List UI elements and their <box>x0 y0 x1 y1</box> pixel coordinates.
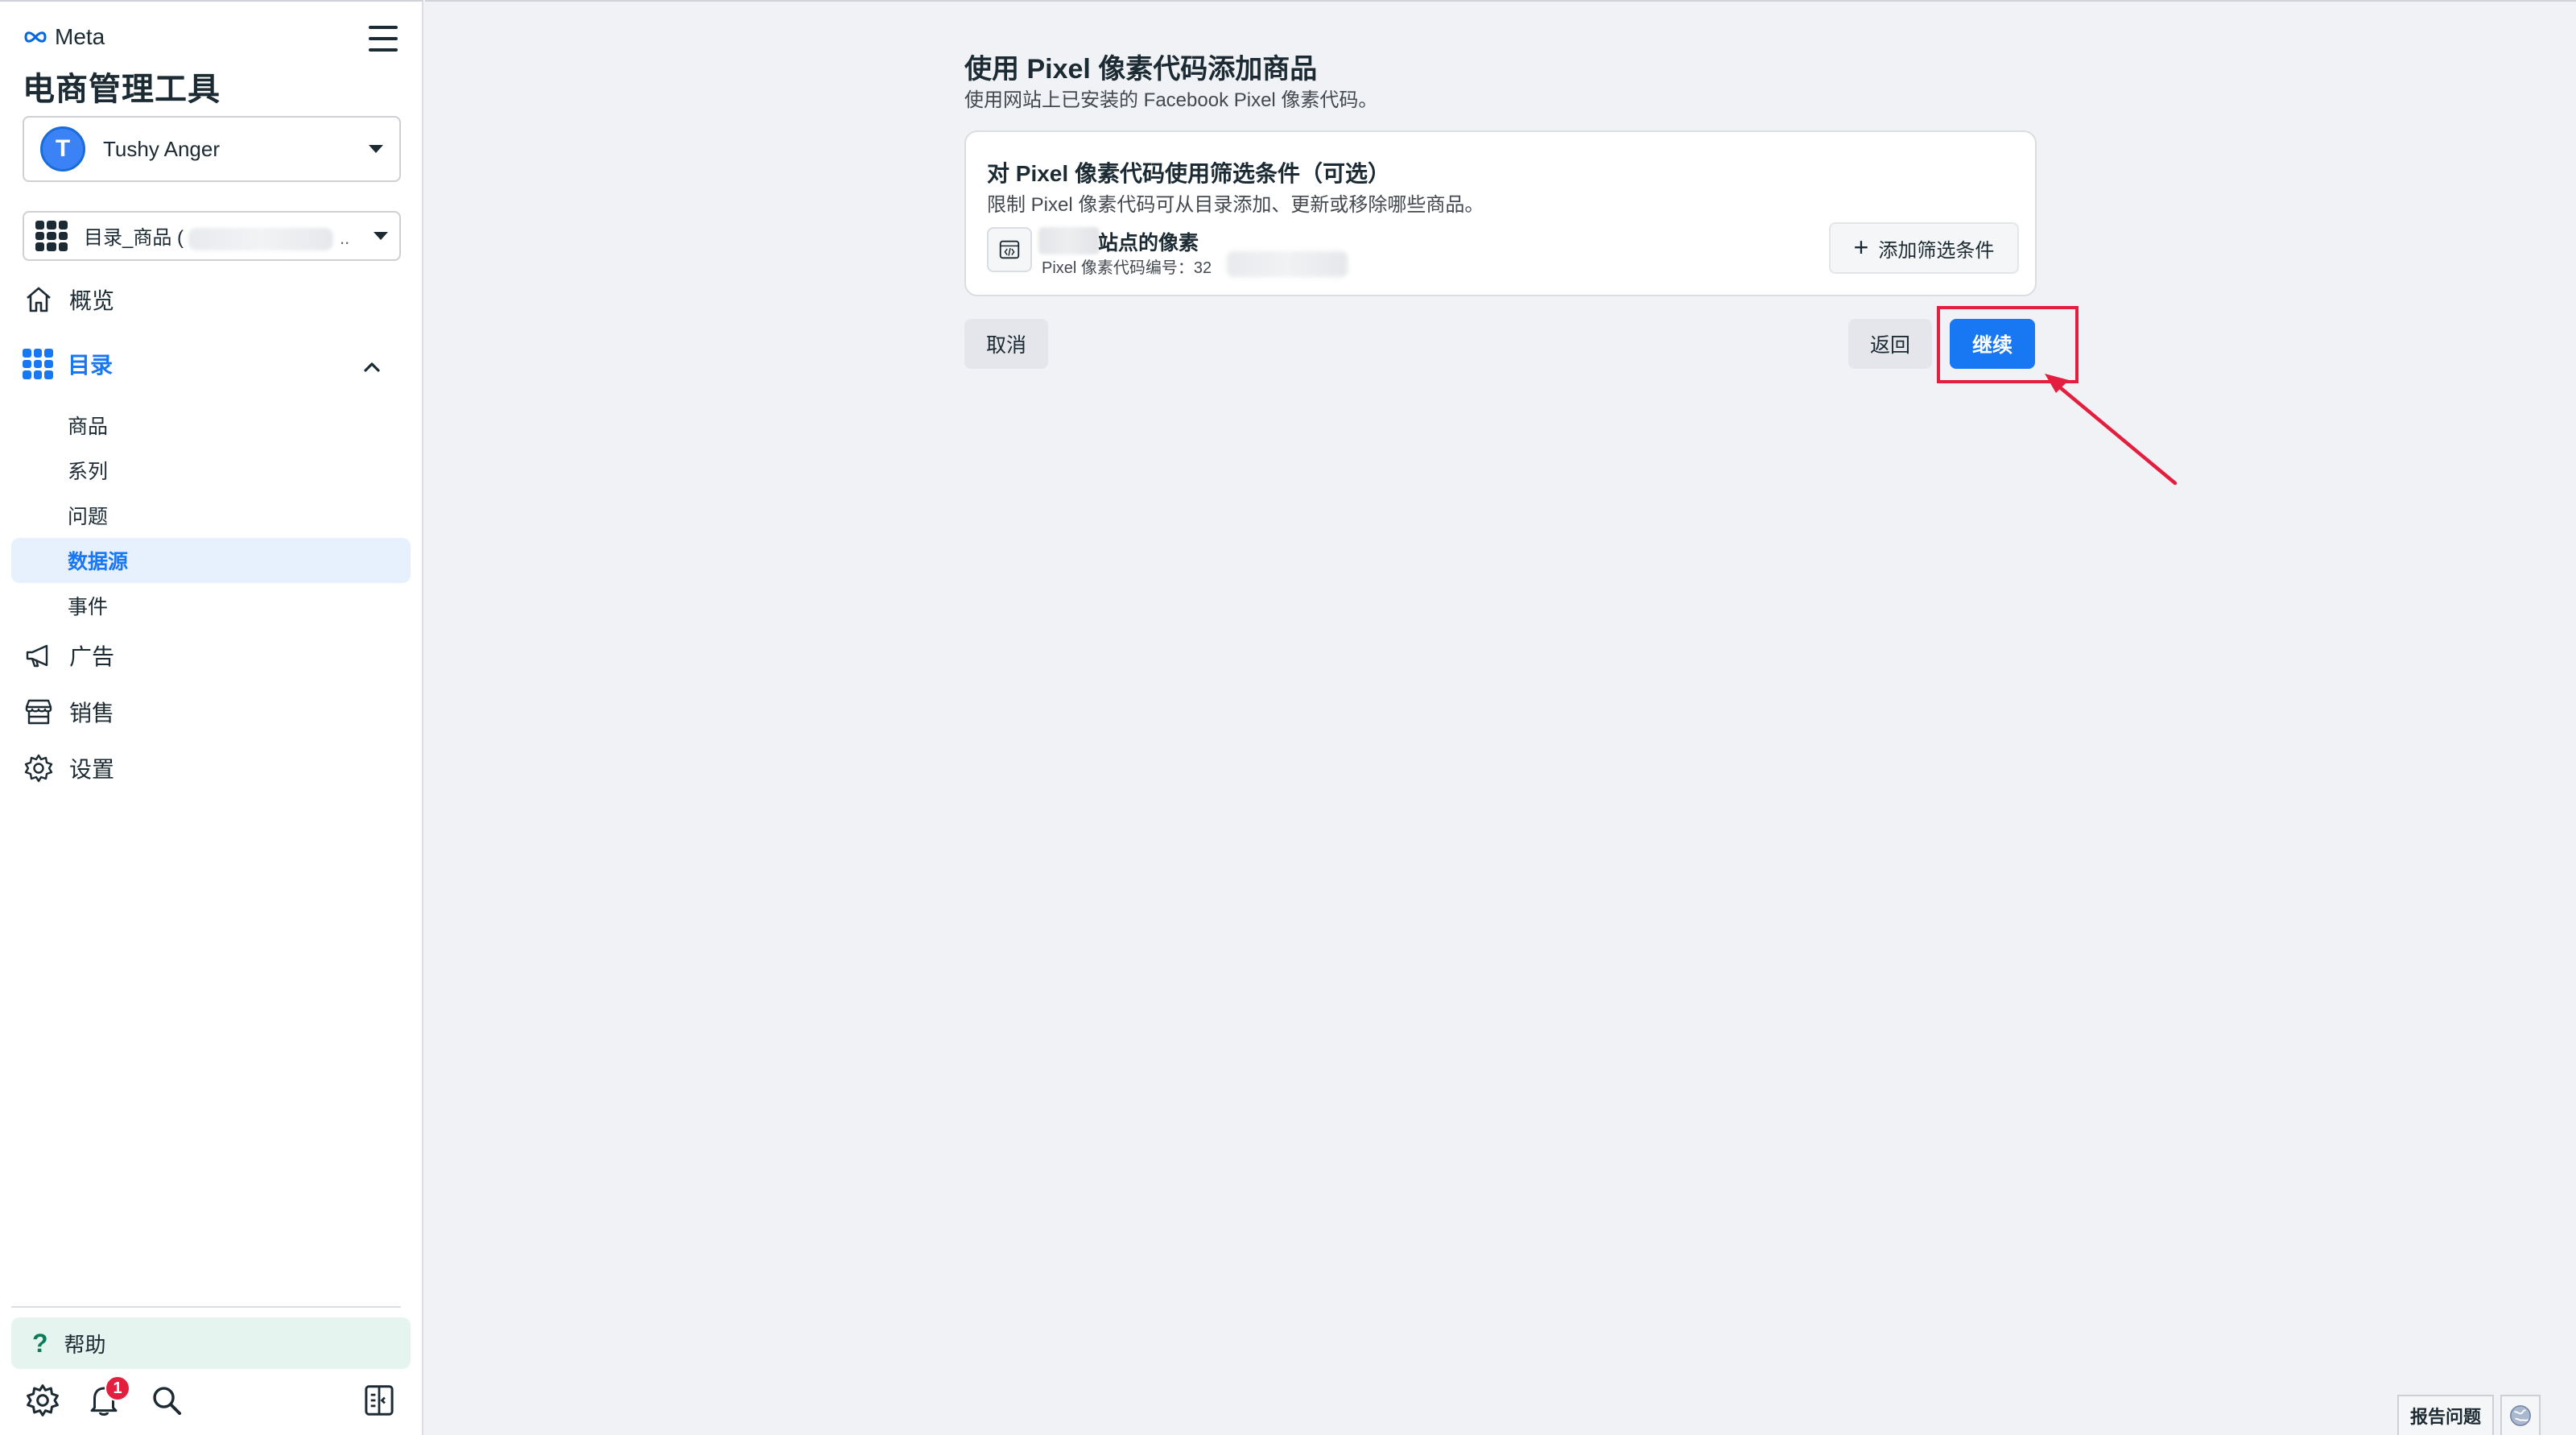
catalog-selector[interactable]: 目录_商品 (.. <box>23 211 401 261</box>
nav-sales-label: 销售 <box>69 701 115 726</box>
nav-sales[interactable]: 销售 <box>23 696 114 728</box>
megaphone-icon <box>26 644 48 668</box>
help-icon: ? <box>32 1328 48 1358</box>
catalog-grid-icon <box>23 349 53 379</box>
main-content: 使用 Pixel 像素代码添加商品 使用网站上已安装的 Facebook Pix… <box>425 0 2576 1435</box>
chevron-up-icon[interactable] <box>361 356 383 378</box>
gear-icon <box>24 754 53 783</box>
pixel-id: Pixel 像素代码编号：32 <box>1042 259 1212 277</box>
catalog-name: 目录_商品 (.. <box>84 227 350 250</box>
avatar: T <box>40 126 85 172</box>
redacted-site-name <box>1038 227 1100 254</box>
nav-ads[interactable]: 广告 <box>23 639 114 672</box>
subnav-events[interactable]: 事件 <box>68 591 108 620</box>
add-filter-button[interactable]: + 添加筛选条件 <box>1829 222 2019 274</box>
account-selector[interactable]: T Tushy Anger <box>23 116 401 182</box>
page-subtitle: 使用网站上已安装的 Facebook Pixel 像素代码。 <box>964 89 1378 111</box>
footer-actions: 报告问题 <box>2396 1395 2541 1435</box>
globe-icon <box>2510 1405 2531 1426</box>
back-button[interactable]: 返回 <box>1848 319 1932 369</box>
pixel-filter-card: 对 Pixel 像素代码使用筛选条件（可选） 限制 Pixel 像素代码可从目录… <box>964 130 2037 296</box>
nav-overview[interactable]: 概览 <box>23 283 114 316</box>
sidebar-divider <box>11 1306 401 1308</box>
annotation-arrow-icon <box>2045 374 2178 486</box>
account-name: Tushy Anger <box>103 136 221 161</box>
meta-logo[interactable]: Meta <box>23 24 105 50</box>
notifications-button[interactable]: 1 <box>85 1375 130 1419</box>
search-icon[interactable] <box>148 1382 185 1419</box>
report-problem-button[interactable]: 报告问题 <box>2396 1395 2494 1435</box>
nav-catalog[interactable]: 目录 <box>23 348 113 380</box>
subnav-products[interactable]: 商品 <box>68 411 108 440</box>
globe-button[interactable] <box>2500 1395 2541 1435</box>
help-label: 帮助 <box>64 1332 106 1357</box>
card-title: 对 Pixel 像素代码使用筛选条件（可选） <box>987 161 1390 186</box>
continue-button[interactable]: 继续 <box>1950 319 2035 369</box>
home-icon <box>27 287 51 312</box>
caret-down-icon <box>369 145 383 153</box>
pixel-name: 站点的像素 <box>1098 232 1199 254</box>
meta-brand-text: Meta <box>55 24 105 49</box>
panel-toggle-icon[interactable] <box>361 1382 398 1419</box>
card-description: 限制 Pixel 像素代码可从目录添加、更新或移除哪些商品。 <box>987 194 1484 216</box>
menu-toggle-icon[interactable] <box>367 24 399 53</box>
add-filter-label: 添加筛选条件 <box>1878 239 1995 262</box>
plus-icon: + <box>1853 233 1869 262</box>
subnav-series[interactable]: 系列 <box>68 456 108 485</box>
page-title: 使用 Pixel 像素代码添加商品 <box>964 54 1318 85</box>
nav-settings-label: 设置 <box>69 757 115 782</box>
notification-badge: 1 <box>105 1375 130 1401</box>
subnav-data-sources[interactable]: 数据源 <box>68 546 128 575</box>
app-title: 电商管理工具 <box>23 72 221 107</box>
subnav-issues[interactable]: 问题 <box>68 501 108 530</box>
redacted-pixel-id <box>1227 251 1348 277</box>
settings-gear-icon[interactable] <box>24 1382 61 1419</box>
cancel-button[interactable]: 取消 <box>964 319 1048 369</box>
nav-catalog-label: 目录 <box>68 353 114 378</box>
storefront-icon <box>25 699 52 725</box>
nav-settings[interactable]: 设置 <box>23 752 114 784</box>
nav-ads-label: 广告 <box>69 644 115 669</box>
meta-infinity-icon <box>24 31 47 43</box>
grid-icon <box>35 221 68 251</box>
nav-overview-label: 概览 <box>69 288 115 313</box>
help-button[interactable]: ? 帮助 <box>11 1317 411 1369</box>
sidebar: Meta 电商管理工具 T Tushy Anger 目录_商品 (.. 概览 目… <box>0 0 423 1435</box>
pixel-code-icon <box>987 227 1032 272</box>
caret-down-icon <box>374 232 388 240</box>
